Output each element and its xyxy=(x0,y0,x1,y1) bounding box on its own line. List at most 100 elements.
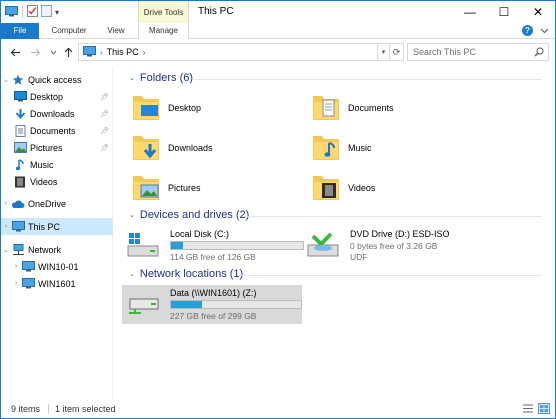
address-history-chevron-icon[interactable]: ▾ xyxy=(378,43,390,61)
breadcrumb-separator: › xyxy=(100,47,103,57)
recent-locations-chevron-icon[interactable] xyxy=(47,45,59,59)
nav-onedrive[interactable]: › OneDrive xyxy=(1,195,113,212)
search-icon xyxy=(534,47,544,59)
network-drive-icon xyxy=(127,291,159,319)
collapse-chevron-icon[interactable]: ⌄ xyxy=(129,270,135,278)
nav-label: Network xyxy=(28,244,62,255)
maximize-button[interactable]: ☐ xyxy=(487,1,521,23)
drive-usage-bar xyxy=(170,300,302,309)
ribbon-tabs: File Computer View Manage ? xyxy=(1,23,555,39)
tab-view[interactable]: View xyxy=(99,23,133,39)
nav-downloads[interactable]: Downloads 📌︎ xyxy=(1,105,113,122)
nav-label: Videos xyxy=(30,176,58,187)
nav-network-win1601[interactable]: › WIN1601 xyxy=(1,275,113,292)
expand-chevron-icon[interactable]: › xyxy=(1,223,11,230)
expand-chevron-icon[interactable]: › xyxy=(1,200,11,207)
group-divider xyxy=(192,79,542,80)
collapse-chevron-icon[interactable]: ⌄ xyxy=(129,211,135,219)
folder-downloads[interactable]: Downloads xyxy=(132,128,312,168)
pictures-folder-icon xyxy=(132,172,160,204)
expand-chevron-icon[interactable]: › xyxy=(11,263,21,270)
refresh-icon[interactable]: ⟳ xyxy=(390,43,404,61)
title-bar: ▾ Drive Tools This PC — ☐ ✕ xyxy=(1,1,555,23)
drive-local-c[interactable]: Local Disk (C:) 114 GB free of 126 GB xyxy=(122,226,304,264)
folder-documents[interactable]: Documents xyxy=(312,88,492,128)
nav-documents[interactable]: Documents 📌︎ xyxy=(1,122,113,139)
drive-name: Local Disk (C:) xyxy=(170,229,230,239)
this-pc-icon xyxy=(83,45,96,59)
music-folder-icon xyxy=(312,132,340,164)
computer-icon[interactable] xyxy=(5,5,18,19)
pin-icon: 📌︎ xyxy=(100,127,109,135)
back-arrow-icon[interactable] xyxy=(9,45,21,59)
group-title: Network locations (1) xyxy=(139,268,244,280)
group-header-devices[interactable]: ⌄ Devices and drives (2) xyxy=(129,209,249,221)
tab-manage[interactable]: Manage xyxy=(138,23,189,39)
folder-desktop[interactable]: Desktop xyxy=(132,88,312,128)
explorer-window: ▾ Drive Tools This PC — ☐ ✕ File Compute… xyxy=(0,0,556,419)
up-arrow-icon[interactable] xyxy=(62,45,74,59)
selected-count: 1 item selected xyxy=(55,404,116,414)
new-folder-icon[interactable] xyxy=(41,5,52,19)
nav-label: Pictures xyxy=(30,142,63,153)
details-view-icon[interactable] xyxy=(522,403,534,414)
group-header-network-locations[interactable]: ⌄ Network locations (1) xyxy=(129,268,243,280)
nav-network-win10-01[interactable]: › WIN10-01 xyxy=(1,258,113,275)
nav-pictures[interactable]: Pictures 📌︎ xyxy=(1,139,113,156)
drive-free-space: 114 GB free of 126 GB xyxy=(170,252,256,262)
quick-access-toolbar: ▾ xyxy=(5,5,59,19)
downloads-folder-icon xyxy=(132,132,160,164)
network-drive-z[interactable]: Data (\\WIN1601) (Z:) 227 GB free of 299… xyxy=(122,285,302,324)
breadcrumb-this-pc[interactable]: This PC xyxy=(107,47,139,57)
nav-label: WIN10-01 xyxy=(38,261,79,272)
collapse-chevron-icon[interactable]: ⌄ xyxy=(1,76,11,84)
tab-computer[interactable]: Computer xyxy=(47,23,91,39)
breadcrumb-separator: › xyxy=(142,47,146,57)
nav-desktop[interactable]: Desktop 📌︎ xyxy=(1,88,113,105)
large-icons-view-icon[interactable] xyxy=(538,403,550,414)
videos-folder-icon xyxy=(312,172,340,204)
nav-this-pc[interactable]: › This PC xyxy=(1,218,113,235)
nav-music[interactable]: Music xyxy=(1,156,113,173)
collapse-chevron-icon[interactable]: ⌄ xyxy=(1,246,11,254)
forward-arrow-icon[interactable] xyxy=(29,45,41,59)
minimize-button[interactable]: — xyxy=(453,1,487,23)
folder-label: Desktop xyxy=(168,103,202,113)
dvd-drive-icon xyxy=(307,232,339,260)
nav-label: Downloads xyxy=(30,108,75,119)
drive-name: Data (\\WIN1601) (Z:) xyxy=(170,288,257,298)
expand-chevron-icon[interactable]: › xyxy=(11,280,21,287)
computer-icon xyxy=(21,278,35,290)
close-button[interactable]: ✕ xyxy=(521,1,555,23)
drive-usage-fill xyxy=(171,301,203,308)
nav-quick-access[interactable]: ⌄ Quick access xyxy=(1,71,113,88)
nav-label: WIN1601 xyxy=(38,278,76,289)
collapse-chevron-icon[interactable]: ⌄ xyxy=(129,74,135,82)
folder-videos[interactable]: Videos xyxy=(312,168,492,208)
group-divider xyxy=(242,216,542,217)
nav-label: Documents xyxy=(30,125,76,136)
item-count: 9 items xyxy=(11,404,41,414)
folder-music[interactable]: Music xyxy=(312,128,492,168)
search-input[interactable]: Search This PC xyxy=(407,43,549,61)
folder-pictures[interactable]: Pictures xyxy=(132,168,312,208)
drive-tools-context-tab: Drive Tools xyxy=(138,1,189,23)
group-divider xyxy=(238,275,542,276)
nav-network[interactable]: ⌄ Network xyxy=(1,241,113,258)
drive-dvd-d[interactable]: DVD Drive (D:) ESD-ISO 0 bytes free of 3… xyxy=(302,226,482,264)
folder-label: Pictures xyxy=(168,183,201,193)
properties-icon[interactable] xyxy=(27,5,38,19)
navigation-pane: ⌄ Quick access Desktop 📌︎ Downloads 📌︎ D… xyxy=(1,66,113,400)
nav-videos[interactable]: Videos xyxy=(1,173,113,190)
nav-label: Quick access xyxy=(28,74,82,85)
download-arrow-icon xyxy=(13,108,27,120)
tab-file[interactable]: File xyxy=(1,23,39,39)
customize-qat-icon[interactable]: ▾ xyxy=(55,8,59,17)
search-placeholder: Search This PC xyxy=(413,47,476,57)
expand-ribbon-icon[interactable] xyxy=(540,26,549,36)
help-icon[interactable]: ? xyxy=(522,25,533,36)
nav-label: Desktop xyxy=(30,91,64,102)
group-header-folders[interactable]: ⌄ Folders (6) xyxy=(129,72,193,84)
pictures-icon xyxy=(13,142,27,154)
address-bar[interactable]: › This PC › xyxy=(78,43,378,61)
